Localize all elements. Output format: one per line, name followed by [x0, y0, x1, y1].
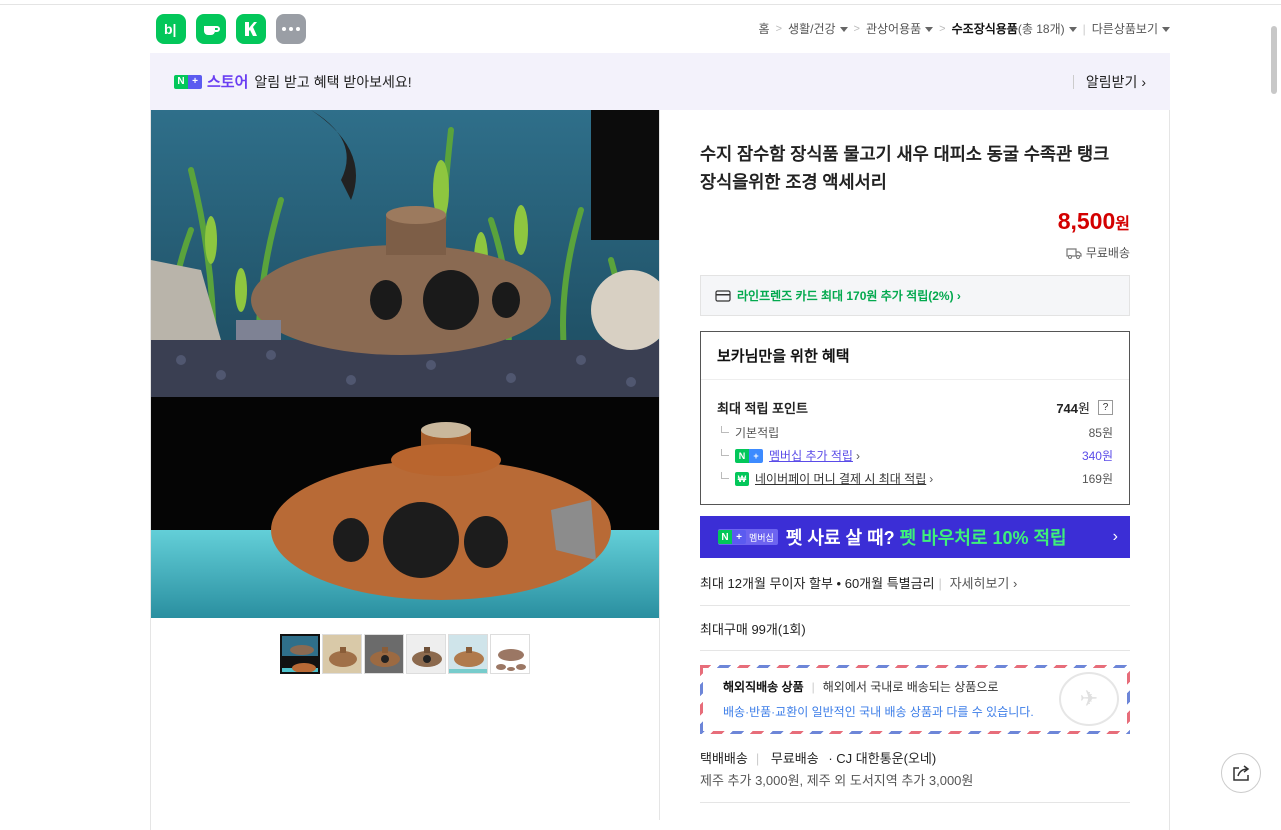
main-product-image[interactable] — [151, 110, 659, 618]
airplane-stamp-icon: ✈ — [1059, 672, 1119, 726]
details-link[interactable]: 자세히보기 › — [950, 576, 1018, 591]
max-points-row: 최대 적립 포인트 744원 ? — [717, 398, 1113, 417]
more-apps-icon[interactable] — [276, 14, 306, 44]
svg-text:b|: b| — [164, 21, 176, 37]
chevron-down-icon — [839, 27, 848, 33]
thumbnail-strip — [280, 634, 530, 674]
breadcrumb-level3[interactable]: 수조장식용품(총 18개) — [952, 20, 1077, 37]
product-title: 수지 잠수함 장식품 물고기 새우 대피소 동굴 수족관 탱크 장식을위한 조경… — [700, 144, 1110, 192]
delivery-info: 택배배송 | 무료배송 · CJ 대한통운(오네) — [700, 751, 937, 766]
cafe-app-icon[interactable] — [196, 14, 226, 44]
chevron-down-icon — [925, 27, 934, 33]
basic-points-row: 기본적립 85원 — [717, 424, 1113, 441]
share-icon — [1233, 765, 1250, 781]
pet-voucher-banner[interactable]: N + 멤버십 펫 사료 살 때? 펫 바우처로 10% 적립 › — [700, 516, 1130, 558]
help-icon[interactable]: ? — [1098, 400, 1113, 415]
naver-plus-logo: N + — [174, 74, 202, 89]
thumbnail[interactable] — [322, 634, 362, 674]
breadcrumb: 홈 > 생활/건강 > 관상어용품 > 수조장식용품(총 18개) | 다른상품… — [759, 20, 1170, 37]
store-alert-bar: N + 스토어 알림 받고 혜택 받아보세요! 알림받기 › — [150, 53, 1170, 110]
benefits-panel: 보카님만을 위한 혜택 최대 적립 포인트 744원 ? 기본적립 85원 N +… — [700, 331, 1130, 505]
chevron-down-icon — [1162, 27, 1170, 33]
product-price: 8,500원 — [1057, 208, 1130, 234]
subscribe-alert-button[interactable]: 알림받기 › — [1072, 72, 1146, 92]
band-app-icon[interactable]: b| — [156, 14, 186, 44]
thumbnail[interactable] — [406, 634, 446, 674]
naver-app-icon[interactable] — [236, 14, 266, 44]
thumbnail[interactable] — [280, 634, 320, 674]
max-purchase: 최대구매 99개(1회) — [700, 622, 806, 637]
naver-pay-icon: ₩ — [735, 471, 749, 486]
thumbnail[interactable] — [448, 634, 488, 674]
page-scrollbar[interactable] — [1271, 26, 1277, 94]
top-divider — [0, 4, 1281, 5]
thumbnail[interactable] — [490, 634, 530, 674]
thumbnail[interactable] — [364, 634, 404, 674]
overseas-shipping-notice: 해외직배송 상품 | 해외에서 국내로 배송되는 상품으로 배송·반품·교환이 일반… — [700, 665, 1130, 734]
content-divider — [659, 110, 660, 820]
share-button[interactable] — [1221, 753, 1261, 793]
alert-message: 알림 받고 혜택 받아보세요! — [254, 73, 412, 90]
membership-badge: N + 멤버십 — [718, 529, 778, 545]
membership-points-row[interactable]: N + 멤버십 추가 적립 › 340원 — [717, 447, 1113, 464]
divider — [700, 605, 1130, 606]
divider — [700, 650, 1130, 651]
card-offer-banner[interactable]: 라인프렌즈 카드 최대 170원 추가 적립(2%) › — [700, 275, 1130, 316]
benefits-title: 보카님만을 위한 혜택 — [701, 332, 1129, 380]
truck-icon — [1066, 247, 1082, 259]
credit-card-icon — [715, 289, 731, 302]
shipping-info: 무료배송 — [1066, 244, 1130, 261]
divider — [700, 802, 1130, 803]
naverpay-points-row[interactable]: ₩ 네이버페이 머니 결제 시 최대 적립 › 169원 — [717, 470, 1113, 487]
breadcrumb-level2[interactable]: 관상어용품 — [866, 20, 934, 37]
delivery-extra-fee: 제주 추가 3,000원, 제주 외 도서지역 추가 3,000원 — [700, 773, 974, 788]
installment-info: 최대 12개월 무이자 할부 • 60개월 특별금리 | 자세히보기 › — [700, 576, 1018, 591]
other-products-dropdown[interactable]: 다른상품보기 — [1092, 20, 1170, 37]
breadcrumb-home[interactable]: 홈 — [759, 20, 770, 37]
chevron-right-icon: › — [1112, 528, 1118, 545]
breadcrumb-level1[interactable]: 생활/건강 — [788, 20, 848, 37]
store-label: 스토어 — [207, 74, 249, 91]
chevron-down-icon — [1068, 27, 1077, 33]
naver-plus-logo: N + — [735, 448, 763, 463]
app-launcher: b| — [156, 14, 306, 44]
